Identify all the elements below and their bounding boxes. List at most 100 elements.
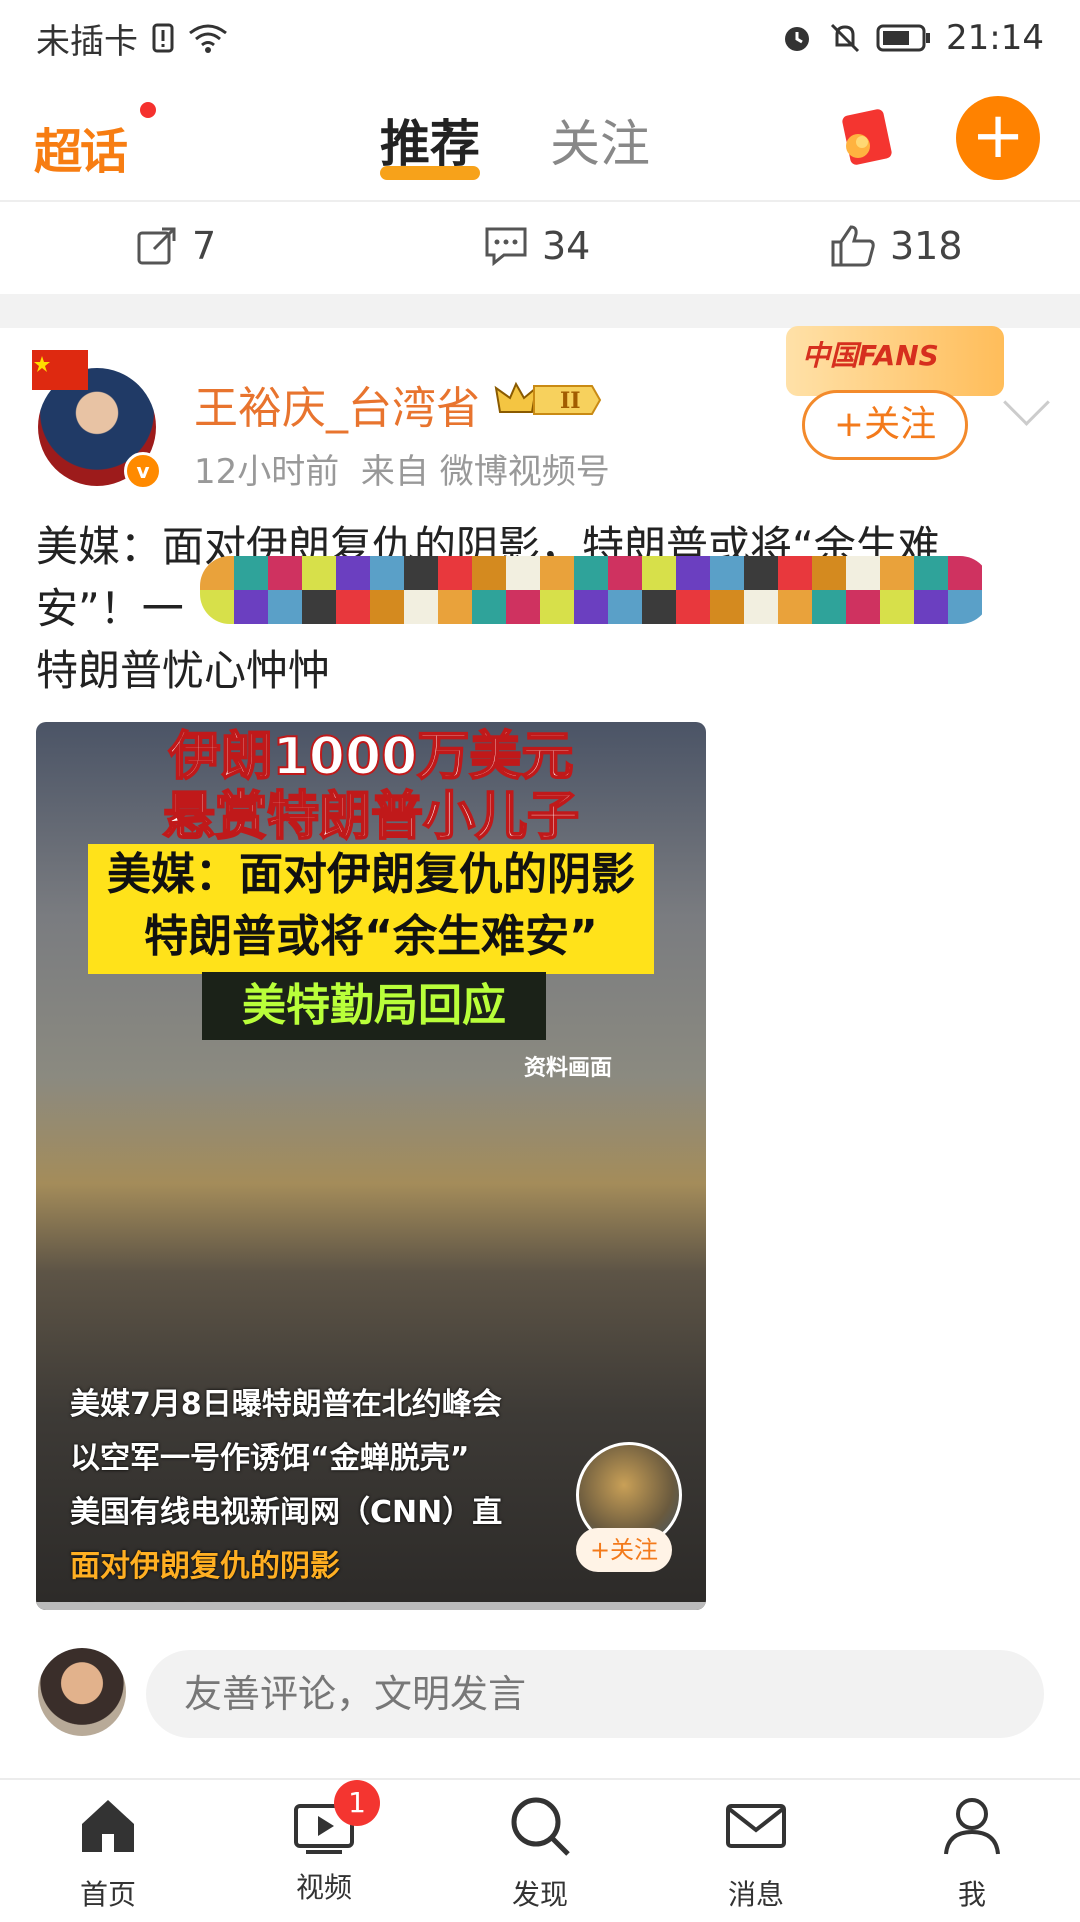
china-flag-icon	[32, 350, 88, 390]
follow-button[interactable]: +关注	[802, 390, 968, 460]
media-subheadline: 美特勤局回应	[202, 972, 546, 1040]
redaction-block	[778, 556, 812, 590]
redaction-block	[472, 590, 506, 624]
redaction-block	[676, 556, 710, 590]
redaction-block	[880, 556, 914, 590]
media-subtitle-4: 面对伊朗复仇的阴影	[70, 1549, 340, 1584]
redaction-block	[506, 590, 540, 624]
redaction-block	[710, 556, 744, 590]
nav-profile[interactable]: 我	[912, 1794, 1032, 1913]
post-time: 12小时前	[194, 452, 340, 492]
media-subtitle-3: 美国有线电视新闻网（CNN）直	[70, 1495, 503, 1530]
my-avatar	[38, 1648, 126, 1736]
redaction-block	[608, 556, 642, 590]
media-headline-2: 特朗普或将“余生难安”	[144, 911, 598, 962]
redaction-block	[846, 590, 880, 624]
search-icon	[511, 1797, 570, 1856]
author-name[interactable]: 王裕庆_台湾省	[194, 372, 480, 436]
media-subtitle-1: 美媒7月8日曝特朗普在北约峰会	[70, 1387, 502, 1422]
compose-button[interactable]: +	[956, 96, 1040, 180]
wifi-icon	[189, 24, 227, 53]
redaction-block	[812, 590, 846, 624]
home-icon	[82, 1800, 134, 1852]
redaction-block	[812, 556, 846, 590]
profile-icon	[944, 1798, 1000, 1855]
redaction-block	[404, 590, 438, 624]
redaction-block	[608, 590, 642, 624]
media-ref-label: 资料画面	[524, 1056, 613, 1081]
redaction-block	[302, 556, 336, 590]
mute-bell-icon	[830, 23, 860, 53]
fans-badge: 中国FANS	[786, 326, 1004, 396]
nav-home-label: 首页	[79, 1878, 136, 1911]
media-headline: 美媒：面对伊朗复仇的阴影 特朗普或将“余生难安”	[88, 844, 654, 974]
redaction-block	[336, 556, 370, 590]
bottom-nav: 首页 1 视频 发现 消息 我	[0, 1778, 1080, 1922]
chevron-down-icon[interactable]	[1003, 379, 1050, 426]
redaction-block	[642, 590, 676, 624]
repost-button[interactable]: 7	[136, 224, 216, 268]
redaction-block	[914, 590, 948, 624]
like-count: 318	[890, 224, 963, 268]
video-progress-bar[interactable]	[36, 1602, 706, 1610]
redaction-block	[574, 556, 608, 590]
redaction-block	[540, 590, 574, 624]
redaction-block	[948, 556, 982, 590]
battery-icon	[876, 24, 931, 52]
redaction-block	[234, 590, 268, 624]
redaction-block	[336, 590, 370, 624]
video-badge: 1	[334, 1780, 380, 1826]
redaction-block	[234, 556, 268, 590]
redaction-block	[268, 556, 302, 590]
redaction-block	[846, 556, 880, 590]
vip-crown-icon: II	[494, 381, 602, 415]
nav-video-label: 视频	[295, 1871, 352, 1904]
redaction-block	[540, 556, 574, 590]
channel-follow-button[interactable]: +关注	[576, 1528, 672, 1572]
redaction-block	[438, 556, 472, 590]
sim-alert-icon	[152, 23, 174, 53]
redaction-block	[744, 556, 778, 590]
comment-count: 34	[542, 224, 591, 268]
nav-home[interactable]: 首页	[48, 1794, 168, 1913]
post-meta: 12小时前 来自 微博视频号	[194, 444, 610, 493]
feed-separator	[0, 294, 1080, 328]
redaction-block	[880, 590, 914, 624]
media-headline-1: 美媒：面对伊朗复仇的阴影	[107, 849, 635, 900]
redaction-block	[370, 590, 404, 624]
redaction-block	[710, 590, 744, 624]
post-source: 来自 微博视频号	[360, 452, 610, 492]
redaction-block	[404, 556, 438, 590]
like-button[interactable]: 318	[830, 224, 963, 268]
nav-video[interactable]: 1 视频	[264, 1780, 384, 1906]
nav-messages[interactable]: 消息	[696, 1794, 816, 1913]
tab-following[interactable]: 关注	[550, 104, 650, 190]
video-thumbnail[interactable]: 伊朗1000万美元 悬赏特朗普小儿子 美媒：面对伊朗复仇的阴影 特朗普或将“余生…	[36, 722, 706, 1610]
thumbs-up-icon	[831, 225, 875, 267]
video-icon-wrap: 1	[292, 1780, 380, 1858]
media-subtitle-2: 以空军一号作诱饵“金蝉脱壳”	[70, 1441, 470, 1476]
top-nav: 超话 推荐 关注 +	[0, 76, 1080, 200]
comment-button[interactable]: 34	[484, 224, 590, 268]
redaction-block	[676, 590, 710, 624]
media-subtitles: 美媒7月8日曝特朗普在北约峰会 以空军一号作诱饵“金蝉脱壳” 美国有线电视新闻网…	[70, 1378, 502, 1610]
redaction-block	[472, 556, 506, 590]
tab-recommend[interactable]: 推荐	[380, 104, 480, 190]
redaction-block	[506, 556, 540, 590]
redaction-block	[778, 590, 812, 624]
verified-badge: v	[124, 452, 162, 490]
red-packet-icon[interactable]	[836, 106, 898, 168]
clock-time: 21:14	[946, 18, 1044, 58]
mail-icon	[726, 1804, 786, 1848]
post-action-bar: 7 34 318	[0, 202, 1080, 292]
repost-icon	[137, 227, 176, 265]
supertopic-logo[interactable]: 超话	[34, 112, 128, 182]
nav-messages-label: 消息	[727, 1878, 784, 1911]
comment-input[interactable]: 友善评论，文明发言	[146, 1650, 1044, 1738]
redaction-block	[438, 590, 472, 624]
redaction-block	[574, 590, 608, 624]
nav-discover[interactable]: 发现	[480, 1794, 600, 1913]
alarm-icon	[785, 27, 810, 51]
redaction-overlay	[200, 556, 990, 624]
media-title-2: 悬赏特朗普小儿子	[162, 786, 580, 848]
